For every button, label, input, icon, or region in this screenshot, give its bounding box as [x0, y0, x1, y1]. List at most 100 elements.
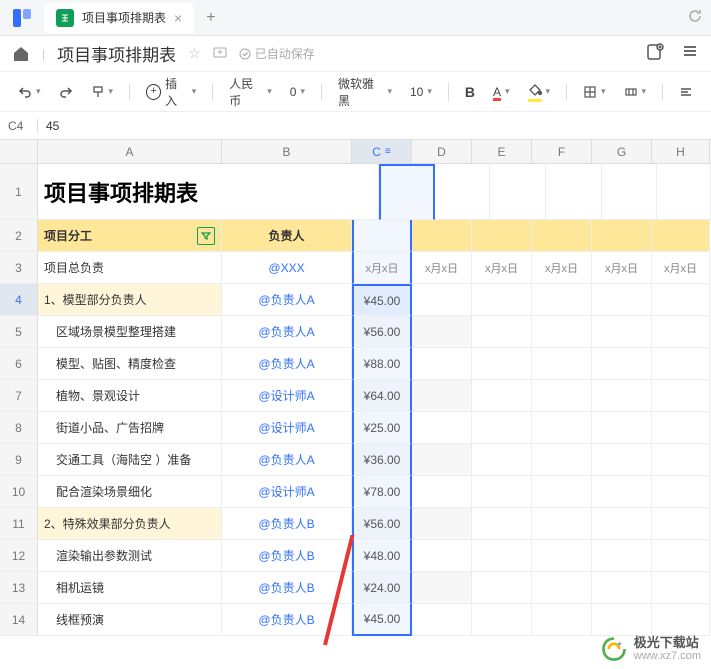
cell-owner[interactable]: @设计师A	[222, 412, 352, 444]
cell-owner[interactable]: @设计师A	[222, 380, 352, 412]
cell[interactable]	[472, 604, 532, 636]
cell-owner[interactable]: @负责人A	[222, 348, 352, 380]
cell[interactable]	[532, 284, 592, 316]
cell-task[interactable]: 区域场景模型整理搭建	[38, 316, 222, 348]
cell-date[interactable]: x月x日	[592, 252, 652, 284]
cell[interactable]	[472, 284, 532, 316]
cell[interactable]	[472, 220, 532, 252]
column-header-c[interactable]: C	[352, 140, 412, 163]
row-header[interactable]: 11	[0, 508, 38, 540]
row-header[interactable]: 9	[0, 444, 38, 476]
tab-close-icon[interactable]: ×	[174, 10, 182, 26]
undo-button[interactable]: ▾	[12, 81, 47, 103]
cell[interactable]	[532, 412, 592, 444]
cell[interactable]	[472, 316, 532, 348]
cell[interactable]	[652, 316, 710, 348]
cell[interactable]	[652, 604, 710, 636]
document-title[interactable]: 项目事项排期表	[57, 41, 176, 66]
add-collaborator-icon[interactable]	[645, 42, 665, 65]
cell-value[interactable]: ¥78.00	[352, 476, 412, 508]
cell-value[interactable]: ¥24.00	[352, 572, 412, 604]
cell[interactable]	[435, 164, 491, 220]
cell-value[interactable]: ¥48.00	[352, 540, 412, 572]
align-button[interactable]	[673, 81, 699, 103]
cell-task[interactable]: 街道小品、广告招牌	[38, 412, 222, 444]
row-header[interactable]: 6	[0, 348, 38, 380]
cell[interactable]	[532, 444, 592, 476]
bold-button[interactable]: B	[459, 80, 481, 104]
cell-value[interactable]: ¥36.00	[352, 444, 412, 476]
cell[interactable]	[412, 444, 472, 476]
cell-task[interactable]: 渲染输出参数测试	[38, 540, 222, 572]
cell[interactable]	[532, 220, 592, 252]
select-all-corner[interactable]	[0, 140, 38, 164]
column-header-g[interactable]: G	[592, 140, 652, 163]
font-size-dropdown[interactable]: 10▾	[404, 81, 438, 103]
currency-dropdown[interactable]: 人民币▾	[223, 71, 278, 113]
row-header[interactable]: 12	[0, 540, 38, 572]
cell[interactable]	[412, 348, 472, 380]
insert-dropdown[interactable]: +插入▾	[140, 71, 202, 113]
cell-owner[interactable]: @负责人A	[222, 284, 352, 316]
cell-task[interactable]: 项目总负责	[38, 252, 222, 284]
cell[interactable]	[652, 348, 710, 380]
cell[interactable]	[652, 284, 710, 316]
refresh-icon[interactable]	[687, 8, 703, 27]
row-header[interactable]: 14	[0, 604, 38, 636]
cell[interactable]	[657, 164, 711, 220]
cell[interactable]	[652, 508, 710, 540]
cell[interactable]	[592, 444, 652, 476]
cell[interactable]	[412, 220, 472, 252]
cell[interactable]	[412, 380, 472, 412]
column-header-f[interactable]: F	[532, 140, 592, 163]
cell-task[interactable]: 模型、贴图、精度检查	[38, 348, 222, 380]
cell-task[interactable]: 植物、景观设计	[38, 380, 222, 412]
column-header-h[interactable]: H	[652, 140, 710, 163]
cell[interactable]	[472, 476, 532, 508]
row-header[interactable]: 1	[0, 164, 38, 220]
cell-date[interactable]: x月x日	[472, 252, 532, 284]
cell[interactable]	[412, 604, 472, 636]
cell[interactable]	[412, 572, 472, 604]
cell[interactable]	[652, 220, 710, 252]
cell[interactable]	[532, 380, 592, 412]
cell[interactable]	[532, 316, 592, 348]
move-icon[interactable]	[213, 45, 227, 62]
redo-button[interactable]	[53, 81, 79, 103]
cell[interactable]	[602, 164, 658, 220]
cell-value[interactable]: ¥45.00	[352, 604, 412, 636]
cell-date[interactable]: x月x日	[532, 252, 592, 284]
cell-value[interactable]: ¥56.00	[352, 316, 412, 348]
cell-owner[interactable]: @XXX	[222, 252, 352, 284]
cell[interactable]	[652, 476, 710, 508]
cell[interactable]	[652, 540, 710, 572]
cell-owner[interactable]: @设计师A	[222, 476, 352, 508]
formula-value[interactable]: 45	[38, 119, 67, 133]
cell[interactable]	[490, 164, 546, 220]
row-header[interactable]: 13	[0, 572, 38, 604]
filter-icon[interactable]	[197, 227, 215, 245]
fill-color-button[interactable]: ▾	[522, 79, 557, 104]
cell[interactable]	[532, 508, 592, 540]
row-header[interactable]: 5	[0, 316, 38, 348]
cell[interactable]	[592, 348, 652, 380]
cell-owner[interactable]: @负责人B	[222, 572, 352, 604]
cell-task[interactable]: 交通工具（海陆空 ）准备	[38, 444, 222, 476]
cell[interactable]	[472, 540, 532, 572]
cell[interactable]	[652, 380, 710, 412]
cell-date[interactable]: x月x日	[352, 252, 412, 284]
row-header[interactable]: 4	[0, 284, 38, 316]
cell[interactable]	[652, 572, 710, 604]
cell[interactable]	[532, 476, 592, 508]
star-icon[interactable]: ☆	[188, 45, 201, 62]
column-header-b[interactable]: B	[222, 140, 352, 163]
cell[interactable]	[532, 604, 592, 636]
cell[interactable]	[592, 380, 652, 412]
header-owner[interactable]: 负责人	[222, 220, 352, 252]
cell[interactable]	[412, 476, 472, 508]
cell[interactable]	[412, 508, 472, 540]
cell[interactable]	[592, 540, 652, 572]
home-icon[interactable]	[12, 45, 30, 63]
merge-cells-button[interactable]: ▾	[618, 81, 653, 103]
header-division[interactable]: 项目分工	[38, 220, 222, 252]
